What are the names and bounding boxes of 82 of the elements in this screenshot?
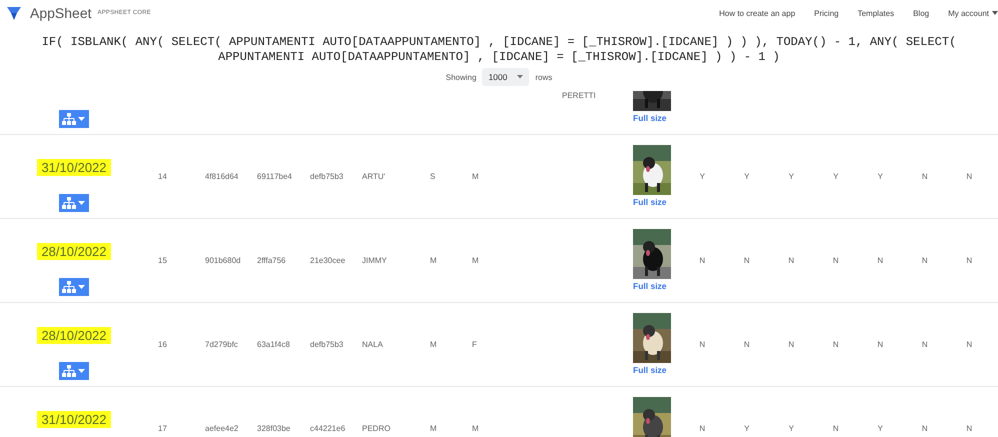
table-cell-text: Y: [876, 423, 884, 435]
table-cell-text: N: [832, 339, 840, 351]
table-cell-text: 901b680d: [205, 255, 242, 267]
nav-link[interactable]: My account: [948, 8, 998, 18]
table-cell-text: PEDRO: [362, 423, 392, 435]
table-cell-text: M: [472, 171, 480, 183]
table-cell-text: 15: [158, 255, 168, 267]
table-cell-text: N: [832, 255, 840, 267]
table-cell-text: Y: [698, 171, 706, 183]
table-cell-text: N: [965, 339, 974, 351]
table-cell-text: 7d279bfc: [205, 339, 239, 351]
table-cell-text: M: [430, 339, 438, 351]
hierarchy-dropdown-button[interactable]: [59, 194, 89, 212]
table-cell-text: Y: [788, 423, 795, 435]
table-cell-text: N: [920, 255, 929, 267]
table-cell-text: N: [742, 255, 751, 267]
table-cell-text: N: [698, 339, 706, 351]
brand-name: AppSheet: [30, 5, 92, 21]
hierarchy-dropdown-button[interactable]: [59, 362, 89, 380]
formula-text: IF( ISBLANK( ANY( SELECT( APPUNTAMENTI AUTO[DATAAPPUNTAMENTO] , [IDCANE] = [_THISROW].[IDCANE] ) ) ), TODAY() - 1, ANY( SELECT( APPUNTAMENTI AUTO[DATAAPPUNTAMENTO] , [IDCANE] = [_THISROW].[IDCANE] ) ) - 1 ): [40, 35, 958, 65]
table-cell-text: 17: [158, 423, 168, 435]
table-cell-text: N: [965, 423, 974, 435]
table-cell-text: N: [920, 339, 929, 351]
table-cell-text: M: [430, 423, 438, 435]
table-cell-text: Y: [832, 171, 840, 183]
table-cell-text: defb75b3: [310, 171, 344, 183]
rows-label: rows: [535, 72, 552, 82]
table-cell-text: ARTU': [362, 171, 386, 183]
table-cell-text: 69117be4: [257, 171, 293, 183]
table-cell-text: M: [430, 255, 438, 267]
table-cell-text: Y: [788, 171, 795, 183]
table-cell-text: N: [698, 255, 706, 267]
rows-select[interactable]: 1000: [482, 68, 530, 86]
table-cell-text: 16: [158, 339, 168, 351]
table-cell-text: N: [920, 423, 929, 435]
table-cell-text: 4f816d64: [205, 171, 240, 183]
nav-link[interactable]: How to create an app: [719, 8, 796, 18]
table-cell-text: N: [787, 339, 796, 351]
table-cell-text: 21e30cee: [310, 255, 346, 267]
hierarchy-dropdown-button[interactable]: [59, 110, 89, 128]
table-cell-text: 63a1f4c8: [257, 339, 291, 351]
table-cell-text: c44221e6: [310, 423, 346, 435]
table-cell-text: PERETTI: [561, 91, 597, 102]
date-text: 28/10/2022: [37, 243, 111, 260]
full-size-link[interactable]: Full size: [633, 281, 667, 291]
table-cell-text: Y: [876, 171, 884, 183]
table-cell-text: JIMMY: [362, 255, 388, 267]
table-cell-text: N: [876, 255, 884, 267]
full-size-link[interactable]: Full size: [633, 113, 667, 123]
table-cell-text: N: [742, 339, 751, 351]
logo-icon: [7, 6, 21, 20]
nav-link[interactable]: Templates: [858, 8, 894, 18]
table-cell-text: defb75b3: [310, 339, 344, 351]
table-cell-text: Y: [743, 423, 750, 435]
table-cell-text: N: [832, 423, 840, 435]
caret-icon: [992, 11, 998, 15]
table-cell-text: M: [472, 423, 480, 435]
date-text: 31/10/2022: [37, 411, 111, 428]
table-cell-text: NALA: [362, 339, 384, 351]
date-text: 28/10/2022: [37, 327, 111, 344]
table-cell-text: N: [876, 339, 884, 351]
table-cell-text: F: [472, 339, 478, 351]
date-text: 31/10/2022: [37, 159, 111, 176]
caret-icon: [517, 75, 524, 79]
full-size-link[interactable]: Full size: [633, 197, 667, 207]
table-cell-text: M: [472, 255, 480, 267]
table-cell-text: 328f03be: [257, 423, 292, 435]
nav-link[interactable]: Blog: [913, 8, 930, 18]
table-cell-text: 2fffa756: [257, 255, 287, 267]
table-cell-text: N: [965, 255, 974, 267]
table-cell-text: 14: [158, 171, 168, 183]
showing-label: Showing: [446, 72, 476, 82]
table-cell-text: aefee4e2: [205, 423, 240, 435]
table-cell-text: S: [430, 171, 436, 183]
nav-link[interactable]: Pricing: [814, 8, 839, 18]
hierarchy-dropdown-button[interactable]: [59, 278, 89, 296]
table-cell-text: N: [965, 171, 974, 183]
full-size-link[interactable]: Full size: [633, 365, 667, 375]
table-cell-text: N: [787, 255, 796, 267]
table-cell-text: Y: [743, 171, 750, 183]
table-cell-text: N: [920, 171, 929, 183]
table-cell-text: N: [698, 423, 706, 435]
